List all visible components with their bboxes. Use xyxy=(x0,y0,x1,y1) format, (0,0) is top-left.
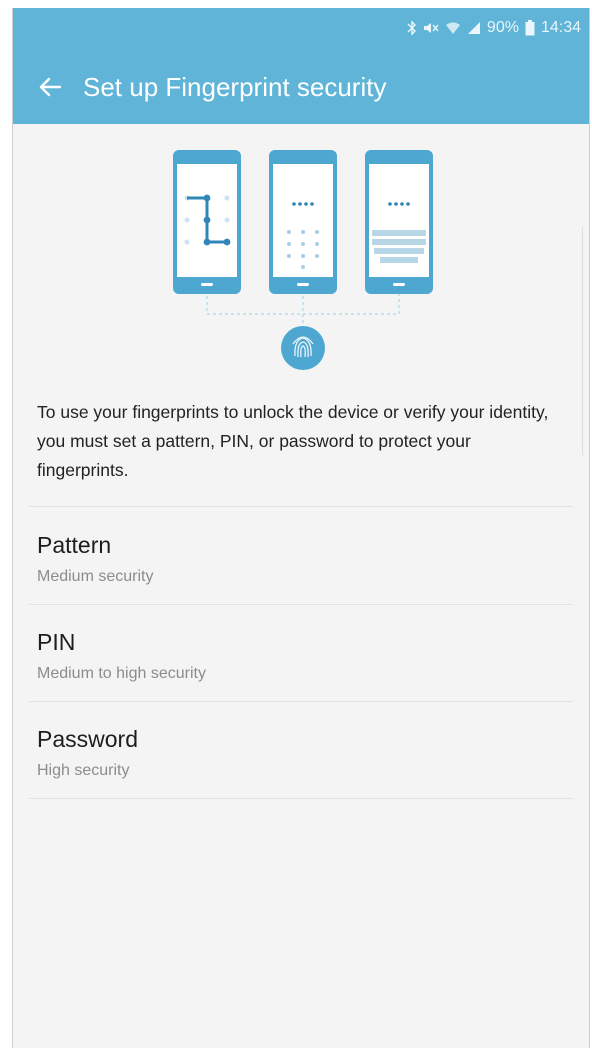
option-label: Password xyxy=(37,726,138,752)
page-title: Set up Fingerprint security xyxy=(83,72,387,102)
phone-pattern-icon xyxy=(173,150,241,294)
fingerprint-icon xyxy=(281,326,325,370)
option-password[interactable]: Password High security xyxy=(29,702,573,798)
signal-icon xyxy=(467,21,481,35)
edge-panel-handle[interactable] xyxy=(582,226,589,456)
option-label: PIN xyxy=(37,629,76,655)
app-bar: 90% 14:34 Set up Fingerprint security xyxy=(13,8,589,124)
divider xyxy=(29,506,573,507)
lock-methods-illustration xyxy=(153,144,453,378)
bluetooth-icon xyxy=(407,20,417,36)
wifi-icon xyxy=(445,21,461,35)
option-sublabel: Medium security xyxy=(37,568,154,585)
mute-icon xyxy=(423,21,439,35)
clock: 14:34 xyxy=(540,19,581,36)
phone-pin-icon xyxy=(269,150,337,294)
back-button[interactable] xyxy=(37,76,63,98)
battery-percent: 90% xyxy=(486,19,519,36)
option-sublabel: Medium to high security xyxy=(37,665,206,682)
description-text: To use your fingerprints to unlock the d… xyxy=(37,402,549,480)
option-pin[interactable]: PIN Medium to high security xyxy=(29,605,573,701)
arrow-left-icon xyxy=(39,77,61,97)
status-bar: 90% 14:34 xyxy=(407,16,581,40)
option-pattern[interactable]: Pattern Medium security xyxy=(29,508,573,604)
screen: 90% 14:34 Set up Fingerprint security To… xyxy=(12,8,590,1048)
battery-icon xyxy=(525,20,535,36)
option-label: Pattern xyxy=(37,532,112,558)
phone-password-icon xyxy=(365,150,433,294)
option-sublabel: High security xyxy=(37,762,130,779)
divider xyxy=(29,798,573,799)
